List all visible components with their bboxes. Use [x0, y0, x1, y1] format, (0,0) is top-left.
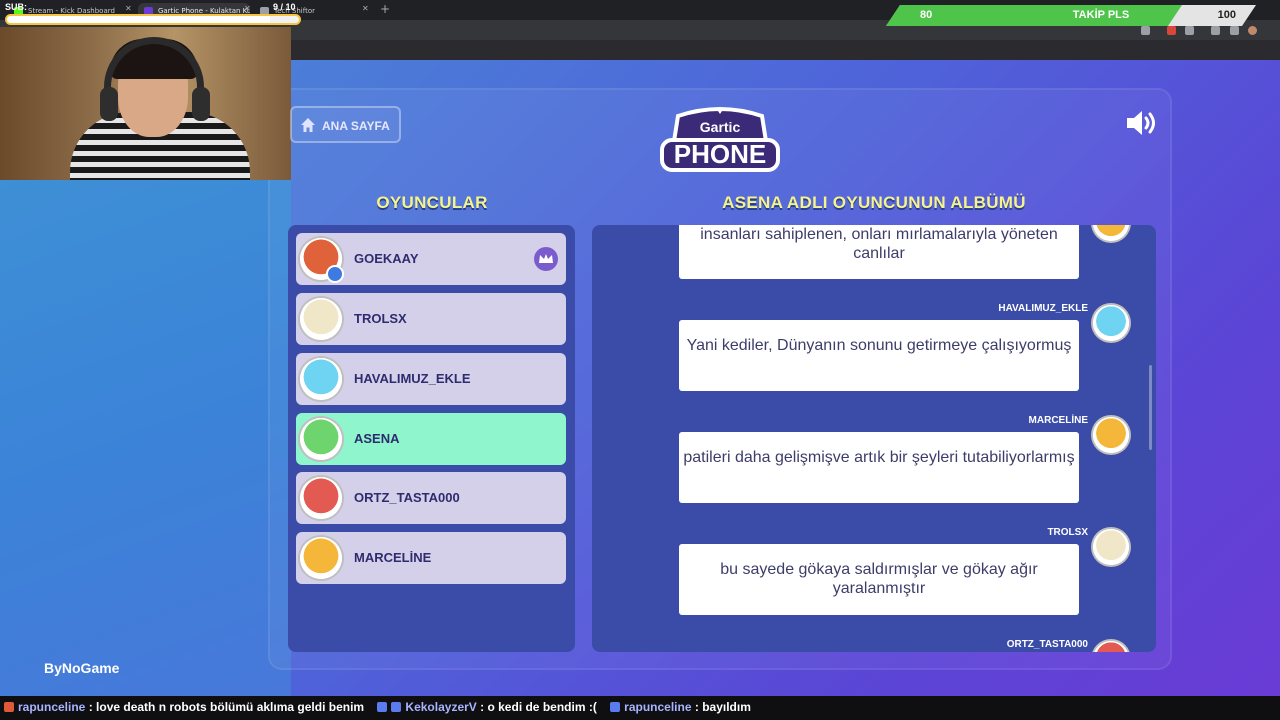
extension-icon[interactable]	[1167, 26, 1176, 35]
player-row-ortz-tasta000[interactable]: ORTZ_TASTA000	[296, 472, 566, 524]
players-list: GOEKAAY TROLSX HAVALIMUZ_EKLE ASENA ORTZ…	[288, 225, 575, 652]
sub-goal-overlay: SUB: 9 / 10	[3, 1, 301, 27]
follow-goal-label: TAKİP PLS	[1072, 9, 1130, 21]
player-row-asena[interactable]: ASENA	[296, 413, 566, 465]
player-name: ORTZ_TASTA000	[354, 490, 460, 505]
chat-badge-icon	[391, 702, 402, 712]
album-avatar	[1091, 639, 1131, 652]
sidebar-icon[interactable]	[1230, 26, 1239, 35]
album-panel[interactable]: insanları sahiplenen, onları mırlamaları…	[592, 225, 1156, 652]
album-author: MARCELİNE	[1028, 415, 1088, 426]
album-author: TROLSX	[1047, 527, 1088, 538]
download-icon[interactable]	[1211, 26, 1220, 35]
sub-goal-count: 9 / 10	[273, 2, 296, 12]
album-author: ORTZ_TASTA000	[1006, 639, 1088, 650]
home-icon	[301, 118, 315, 132]
album-avatar	[1091, 527, 1131, 567]
follow-goal-overlay: 80 TAKİP PLS 100	[886, 5, 1256, 26]
profile-avatar-icon[interactable]	[1248, 26, 1257, 35]
album-message-bubble: Yani kediler, Dünyanın sonunu getirmeye …	[679, 320, 1079, 391]
bynogame-logo: ByNoGame	[44, 660, 120, 676]
headset-ear-right	[192, 87, 210, 121]
players-heading: OYUNCULAR	[376, 193, 488, 212]
chat-ticker: rapunceline : love death n robots bölümü…	[0, 696, 1280, 720]
webcam-feed	[0, 27, 291, 180]
chat-text: : love death n robots bölümü aklıma geld…	[88, 700, 365, 714]
gartic-phone-logo: Gartic PHONE	[660, 107, 780, 172]
sub-goal-fill	[7, 16, 270, 23]
logo-gartic-text: Gartic	[700, 119, 741, 135]
game-background-left	[0, 180, 291, 696]
album-heading: ASENA ADLI OYUNCUNUN ALBÜMÜ	[722, 193, 1026, 212]
player-name: GOEKAAY	[354, 251, 419, 266]
sub-goal-label: SUB:	[5, 2, 27, 12]
chat-username: KekolayzerV	[405, 700, 477, 714]
player-name: MARCELİNE	[354, 550, 432, 565]
sub-goal-bar	[5, 14, 301, 25]
chat-badge-icon	[610, 702, 621, 712]
chat-badge-icon	[4, 702, 14, 712]
logo-phone-text: PHONE	[674, 139, 766, 169]
chat-text: : o kedi de bendim :(	[480, 700, 597, 714]
player-row-trolsx[interactable]: TROLSX	[296, 293, 566, 345]
bookmark-star-icon[interactable]	[1141, 26, 1150, 35]
player-avatar	[298, 296, 344, 342]
album-scrollbar[interactable]	[1149, 365, 1152, 450]
home-button-label: ANA SAYFA	[322, 119, 390, 133]
page-top-strip	[291, 40, 1280, 60]
player-name: ASENA	[354, 431, 400, 446]
follow-goal-max: 100	[1217, 9, 1236, 21]
album-message-bubble: bu sayede gökaya saldırmışlar ve gökay a…	[679, 544, 1079, 615]
album-avatar	[1091, 225, 1131, 243]
player-row-havalimuz-ekle[interactable]: HAVALIMUZ_EKLE	[296, 353, 566, 405]
player-avatar	[298, 475, 344, 521]
chat-message: rapunceline : bayıldım	[610, 700, 751, 714]
album-author: HAVALIMUZ_EKLE	[998, 303, 1088, 314]
player-row-marceline[interactable]: MARCELİNE	[296, 532, 566, 584]
album-avatar	[1091, 415, 1131, 455]
chat-message: KekolayzerV : o kedi de bendim :(	[377, 700, 600, 714]
close-icon[interactable]: ✕	[362, 4, 369, 13]
album-message-bubble: insanları sahiplenen, onları mırlamaları…	[679, 225, 1079, 279]
chat-username: rapunceline	[624, 700, 692, 714]
player-avatar	[298, 416, 344, 462]
crown-icon	[534, 247, 558, 271]
album-avatar	[1091, 303, 1131, 343]
speaker-icon[interactable]	[1124, 108, 1158, 138]
album-message-bubble: patileri daha gelişmişve artık bir şeyle…	[679, 432, 1079, 503]
player-avatar	[298, 356, 344, 402]
follow-goal-current: 80	[920, 9, 933, 21]
player-row-goekaay[interactable]: GOEKAAY	[296, 233, 566, 285]
home-button[interactable]: ANA SAYFA	[290, 106, 401, 143]
headset-ear-left	[100, 87, 118, 121]
player-name: TROLSX	[354, 311, 407, 326]
chat-text: : bayıldım	[694, 700, 751, 714]
chat-username: rapunceline	[18, 700, 86, 714]
player-avatar	[298, 535, 344, 581]
chat-message: rapunceline : love death n robots bölümü…	[4, 700, 367, 714]
new-tab-icon[interactable]: +	[380, 2, 390, 16]
host-badge-icon	[326, 265, 344, 283]
player-name: HAVALIMUZ_EKLE	[354, 371, 471, 386]
extensions-icon[interactable]	[1185, 26, 1194, 35]
chat-badge-icon	[377, 702, 388, 712]
